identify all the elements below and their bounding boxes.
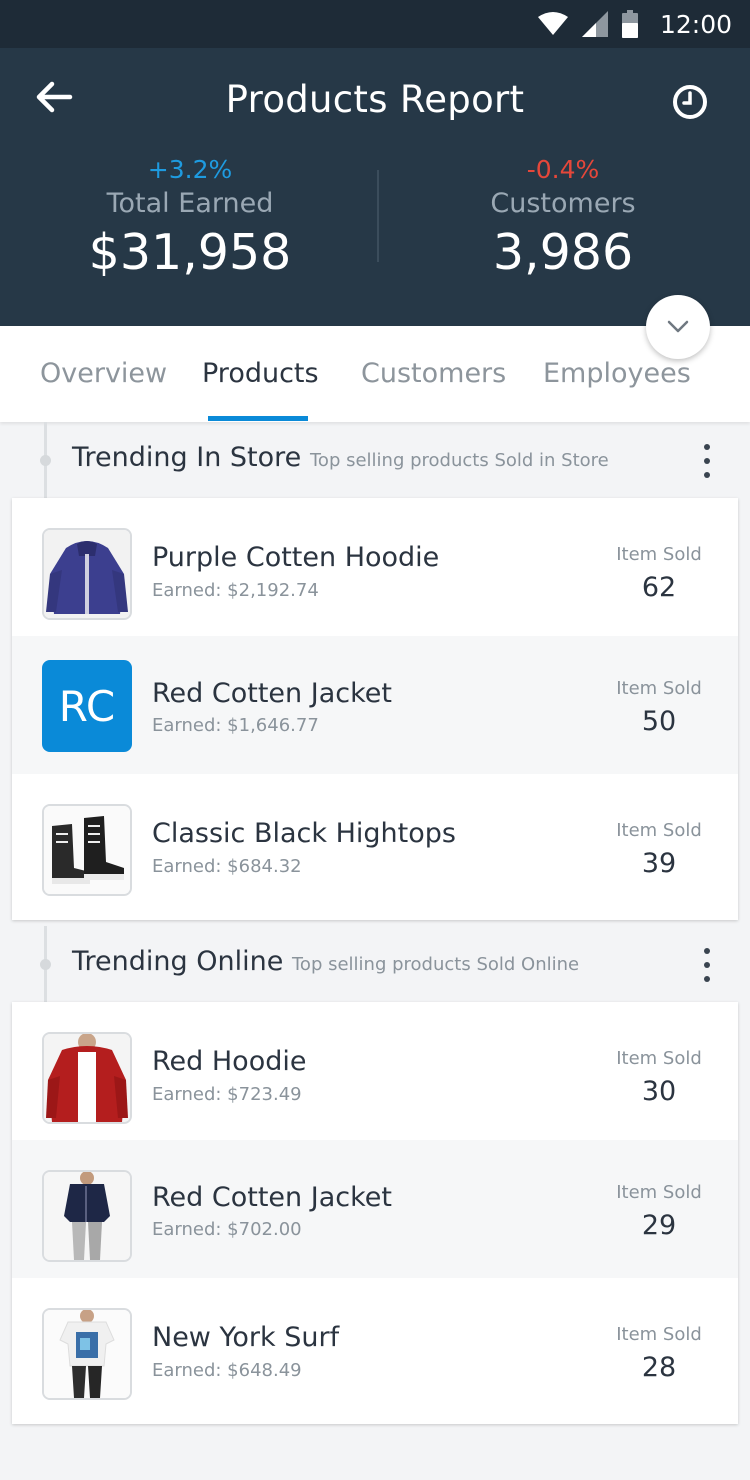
product-earned: Earned: $2,192.74 (152, 580, 319, 601)
section-title: Trending In Store (72, 442, 302, 473)
stats-divider (377, 170, 379, 262)
items-sold-value: 29 (641, 1210, 677, 1241)
product-row[interactable]: New York Surf Earned: $648.49 Item Sold … (12, 1278, 738, 1424)
wifi-icon (537, 12, 568, 35)
tab-customers[interactable]: Customers (361, 358, 506, 389)
product-image-graphic-tee (42, 1308, 132, 1400)
product-earned: Earned: $723.49 (152, 1084, 302, 1105)
tab-products[interactable]: Products (202, 358, 319, 389)
tab-bar: Overview Products Customers Employees (0, 326, 750, 422)
status-bar: 12:00 (0, 0, 750, 48)
items-sold-value: 39 (641, 848, 677, 879)
product-name: Purple Cotten Hoodie (152, 542, 440, 573)
stat-change: -0.4% (526, 155, 600, 184)
tab-employees[interactable]: Employees (543, 358, 691, 389)
items-sold-value: 50 (641, 706, 677, 737)
stat-label: Total Earned (106, 188, 274, 219)
status-time: 12:00 (659, 9, 732, 39)
items-sold-label: Item Sold (616, 544, 702, 565)
section-subtitle: Top selling products Sold in Store (310, 450, 609, 471)
section-header-online: Trending Online Top selling products Sol… (0, 926, 750, 1002)
status-icons: 12:00 (537, 0, 732, 48)
history-button[interactable] (670, 82, 710, 122)
items-sold-label: Item Sold (616, 820, 702, 841)
items-sold-label: Item Sold (616, 678, 702, 699)
report-header: Products Report +3.2% Total Earned $31,9… (0, 48, 750, 326)
product-row[interactable]: RC Red Cotten Jacket Earned: $1,646.77 I… (12, 636, 738, 774)
stat-label: Customers (490, 188, 636, 219)
product-earned: Earned: $702.00 (152, 1219, 302, 1240)
product-image-navy-shirt (42, 1170, 132, 1262)
active-tab-indicator (208, 416, 308, 421)
items-sold-label: Item Sold (616, 1182, 702, 1203)
product-earned: Earned: $684.32 (152, 856, 302, 877)
page-title: Products Report (225, 78, 525, 121)
product-name: Red Cotten Jacket (152, 1182, 392, 1213)
items-sold-label: Item Sold (616, 1324, 702, 1345)
product-name: New York Surf (152, 1322, 340, 1353)
stat-value: $31,958 (88, 224, 292, 281)
stat-change: +3.2% (147, 155, 233, 184)
more-vert-icon[interactable] (697, 948, 717, 982)
section-subtitle: Top selling products Sold Online (292, 954, 580, 975)
items-sold-label: Item Sold (616, 1048, 702, 1069)
section-title: Trending Online (72, 946, 284, 977)
signal-icon (581, 11, 608, 37)
product-earned: Earned: $648.49 (152, 1360, 302, 1381)
section-header-store: Trending In Store Top selling products S… (0, 422, 750, 498)
items-sold-value: 28 (641, 1352, 677, 1383)
product-name: Classic Black Hightops (152, 818, 456, 849)
product-image-purple-hoodie (42, 528, 132, 620)
stat-customers: -0.4% Customers 3,986 (413, 154, 713, 284)
expand-button[interactable] (646, 295, 710, 359)
product-row[interactable]: Red Hoodie Earned: $723.49 Item Sold 30 (12, 1002, 738, 1140)
product-row[interactable]: Classic Black Hightops Earned: $684.32 I… (12, 774, 738, 920)
product-list-store: Purple Cotten Hoodie Earned: $2,192.74 I… (12, 498, 738, 920)
product-initials-avatar: RC (42, 660, 132, 752)
items-sold-value: 30 (641, 1076, 677, 1107)
product-row[interactable]: Red Cotten Jacket Earned: $702.00 Item S… (12, 1140, 738, 1278)
more-vert-icon[interactable] (697, 444, 717, 478)
product-name: Red Hoodie (152, 1046, 307, 1077)
stat-total-earned: +3.2% Total Earned $31,958 (40, 154, 340, 284)
clock-icon (673, 85, 707, 119)
product-row[interactable]: Purple Cotten Hoodie Earned: $2,192.74 I… (12, 498, 738, 636)
tab-overview[interactable]: Overview (40, 358, 167, 389)
chevron-down-icon (667, 320, 689, 333)
product-list-online: Red Hoodie Earned: $723.49 Item Sold 30 … (12, 1002, 738, 1424)
stat-value: 3,986 (492, 224, 634, 281)
battery-icon (621, 10, 638, 38)
product-earned: Earned: $1,646.77 (152, 715, 319, 736)
product-image-red-hoodie (42, 1032, 132, 1124)
product-image-black-hightops (42, 804, 132, 896)
product-name: Red Cotten Jacket (152, 678, 392, 709)
items-sold-value: 62 (641, 572, 677, 603)
timeline-dot (40, 959, 51, 970)
timeline-dot (40, 455, 51, 466)
